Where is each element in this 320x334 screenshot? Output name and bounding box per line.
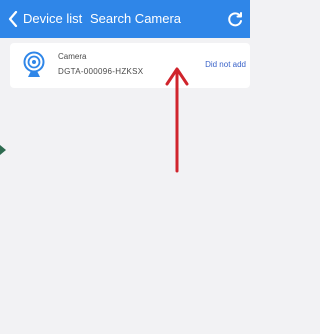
webcam-icon <box>23 51 45 77</box>
chevron-left-icon <box>8 11 18 27</box>
left-arrow-marker-icon <box>0 145 6 155</box>
device-id: DGTA-000096-HZKSX <box>58 67 144 76</box>
annotation-arrow-icon <box>165 67 189 173</box>
device-list-item[interactable]: Camera DGTA-000096-HZKSX Did not add <box>10 43 250 88</box>
page-title: Search Camera <box>90 11 182 26</box>
add-status-link[interactable]: Did not add <box>205 60 246 69</box>
device-name: Camera <box>58 52 87 61</box>
refresh-icon[interactable] <box>226 10 244 28</box>
header-bar: Device list Search Camera <box>0 0 250 38</box>
back-label: Device list <box>23 11 83 26</box>
